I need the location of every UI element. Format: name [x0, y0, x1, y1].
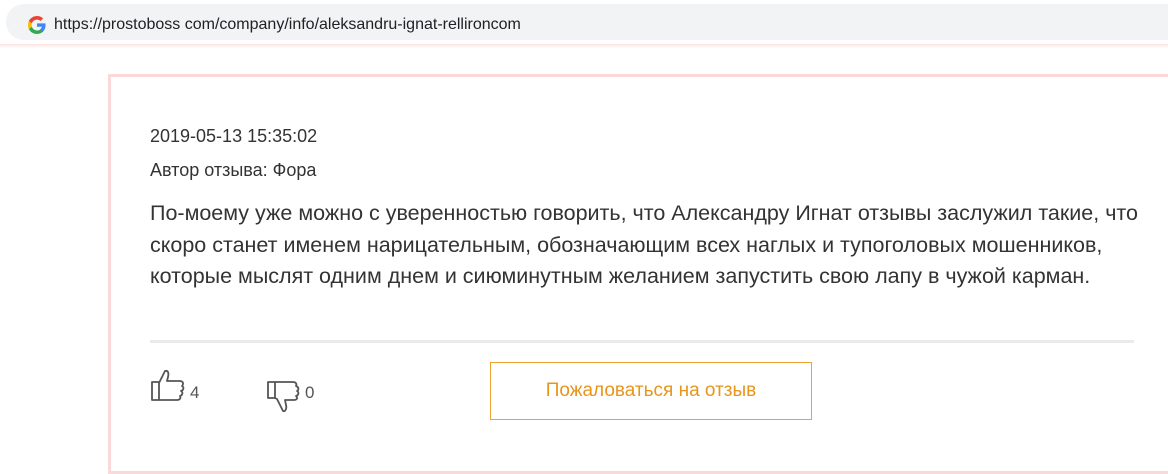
- review-text: По-моему уже можно с уверенностью говори…: [150, 201, 1138, 288]
- google-g-icon: [28, 16, 46, 34]
- address-bar-shadow: [0, 44, 1168, 48]
- review-author: Автор отзыва: Фора: [150, 160, 317, 180]
- url-field[interactable]: https://prostoboss com/company/info/alek…: [6, 4, 1168, 40]
- thumbs-up-icon[interactable]: [150, 368, 186, 402]
- url-text: https://prostoboss com/company/info/alek…: [54, 16, 521, 33]
- like-count: 4: [190, 383, 200, 402]
- review-date: 2019-05-13 15:35:02: [150, 126, 318, 146]
- browser-address-bar: https://prostoboss com/company/info/alek…: [0, 0, 1168, 44]
- thumbs-down-icon[interactable]: [266, 380, 300, 414]
- report-review-button[interactable]: Пожаловаться на отзыв: [490, 362, 812, 420]
- dislike-count: 0: [305, 383, 315, 402]
- divider: [150, 340, 1134, 343]
